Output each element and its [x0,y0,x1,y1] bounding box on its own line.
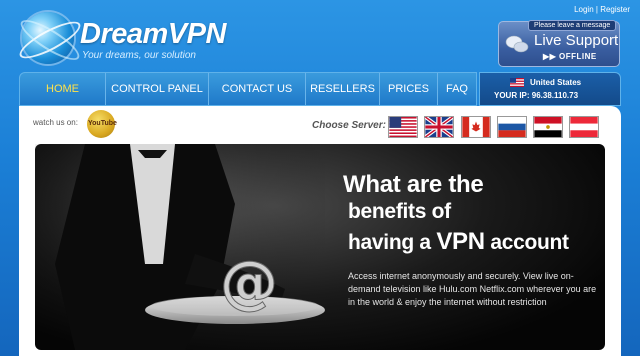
banner-body-text: Access internet anonymously and securely… [348,271,597,307]
austria-flag-icon[interactable] [569,116,599,138]
nav-prices[interactable]: PRICES [380,73,438,105]
nav-home[interactable]: HOME [20,73,106,105]
russia-flag-icon[interactable] [497,116,527,138]
headline-having-a: having a [348,231,437,254]
us-flag-icon[interactable] [388,116,418,138]
headline-account: account [484,231,569,254]
egypt-flag-icon[interactable] [533,116,563,138]
uk-flag-icon[interactable] [424,116,454,138]
status-text: OFFLINE [559,52,597,61]
top-links-separator: | [595,5,598,14]
banner-headline-line-3: having a VPN account [348,228,569,256]
brand-name[interactable]: DreamVPN [80,18,226,51]
butler-with-platter-image: @ [35,144,325,350]
server-country: United States [530,78,582,87]
nav-faq[interactable]: FAQ [438,73,476,105]
headline-vpn: VPN [436,228,485,255]
login-link[interactable]: Login [574,5,594,14]
us-flag-icon [510,78,524,87]
play-arrows-icon: ▶▶ [543,52,557,61]
banner-headline-line-1: What are the [343,171,484,198]
register-link[interactable]: Register [600,5,630,14]
canada-flag-icon[interactable] [461,116,491,138]
leave-message-tab[interactable]: Please leave a message [528,20,617,31]
svg-text:@: @ [220,248,278,316]
live-support-label: Live Support [534,32,619,49]
nav-control-panel[interactable]: CONTROL PANEL [106,73,209,105]
watch-us-label: watch us on: [33,118,78,127]
top-links: Login | Register [574,5,630,14]
main-nav: HOME CONTROL PANEL CONTACT US RESELLERS … [19,72,477,106]
nav-resellers[interactable]: RESELLERS [306,73,380,105]
brand-tagline: Your dreams, our solution [82,50,196,61]
youtube-badge-text: YouTube [88,120,117,127]
your-ip-label: YOUR IP: 96.38.110.73 [494,91,579,100]
logo-globe-icon[interactable] [22,12,74,64]
live-support-status: ▶▶ OFFLINE [543,52,597,61]
choose-server-label: Choose Server: [312,120,386,131]
nav-contact-us[interactable]: CONTACT US [209,73,306,105]
chat-bubbles-icon [505,35,529,53]
banner-headline-line-2: benefits of [348,200,451,223]
